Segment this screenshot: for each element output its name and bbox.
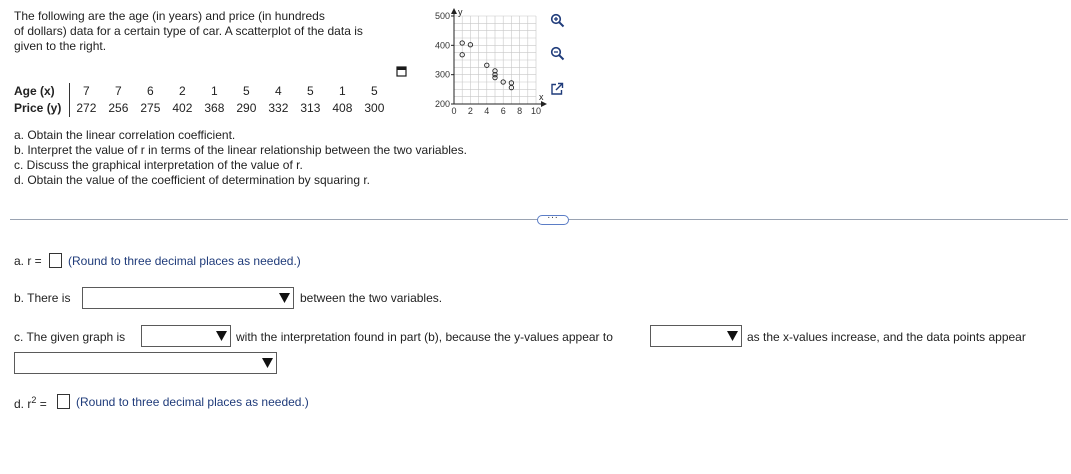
answer-b-dropdown[interactable]: [82, 287, 294, 309]
price-cell: 275: [140, 101, 161, 115]
x-tick-label: 4: [484, 106, 489, 116]
caret-down-icon: [279, 292, 290, 303]
x-tick-label: 6: [501, 106, 506, 116]
problem-intro: The following are the age (in years) and…: [14, 9, 404, 54]
y-tick-label: 500: [435, 11, 450, 21]
intro-line-1: The following are the age (in years) and…: [14, 9, 325, 23]
age-cell: 5: [307, 84, 314, 98]
question-a: a. Obtain the linear correlation coeffic…: [14, 128, 236, 142]
price-label: Price (y): [14, 100, 71, 117]
age-cell: 7: [83, 84, 90, 98]
age-cell: 7: [115, 84, 122, 98]
price-cell: 300: [364, 101, 385, 115]
answer-d-equals: =: [39, 397, 47, 411]
copy-icon[interactable]: [396, 66, 407, 77]
answer-d-input[interactable]: [57, 394, 70, 409]
age-cell: 6: [147, 84, 154, 98]
question-list: a. Obtain the linear correlation coeffic…: [14, 128, 467, 188]
answer-d-prefix-wrap: d. r2 =: [14, 395, 47, 411]
price-cell: 272: [76, 101, 97, 115]
price-cell: 313: [300, 101, 321, 115]
answer-c-dropdown-trend[interactable]: [650, 325, 742, 347]
caret-down-icon: [216, 330, 227, 341]
answer-d-superscript: 2: [31, 395, 37, 405]
answer-d-hint: (Round to three decimal places as needed…: [76, 395, 309, 409]
intro-line-2: of dollars) data for a certain type of c…: [14, 24, 363, 38]
data-table: Age (x) 7 7 6 2 1 5 4 5 1 5 Price (y) 27…: [14, 83, 390, 117]
answer-a-input[interactable]: [49, 253, 62, 268]
y-tick-label: 400: [435, 40, 450, 50]
more-button[interactable]: ...: [537, 210, 569, 225]
answer-a-hint: (Round to three decimal places as needed…: [68, 254, 301, 268]
price-cell: 256: [108, 101, 129, 115]
zoom-out-icon[interactable]: [550, 46, 565, 61]
age-label: Age (x): [14, 83, 71, 100]
price-cell: 290: [236, 101, 257, 115]
answer-c-suffix: as the x-values increase, and the data p…: [747, 330, 1026, 344]
age-row: Age (x) 7 7 6 2 1 5 4 5 1 5: [14, 83, 390, 100]
caret-down-icon: [262, 357, 273, 368]
x-tick-label: 0: [451, 106, 456, 116]
answer-c-prefix: c. The given graph is: [14, 330, 126, 344]
zoom-in-icon[interactable]: [550, 13, 565, 28]
answer-c-middle: with the interpretation found in part (b…: [236, 330, 613, 344]
question-d: d. Obtain the value of the coefficient o…: [14, 173, 370, 187]
question-b: b. Interpret the value of r in terms of …: [14, 143, 467, 157]
answer-d-prefix: d. r: [14, 397, 32, 411]
answer-b-prefix: b. There is: [14, 291, 71, 305]
price-cell: 368: [204, 101, 225, 115]
x-tick-label: 2: [468, 106, 473, 116]
price-cell: 402: [172, 101, 193, 115]
answer-a-prefix: a. r =: [14, 254, 42, 268]
age-cell: 5: [243, 84, 250, 98]
price-cell: 332: [268, 101, 289, 115]
age-cell: 5: [371, 84, 378, 98]
popout-icon[interactable]: [550, 82, 565, 97]
y-tick-label: 200: [435, 99, 450, 109]
answer-c-dropdown-pattern[interactable]: [14, 352, 277, 374]
x-tick-label: 8: [517, 106, 522, 116]
scatterplot: y x 500 400 300 2000 2 4 6 8 10: [435, 7, 547, 116]
answer-c-dropdown-graph[interactable]: [141, 325, 231, 347]
x-axis-label: x: [539, 92, 544, 102]
intro-line-3: given to the right.: [14, 39, 107, 53]
age-cell: 1: [211, 84, 218, 98]
price-cell: 408: [332, 101, 353, 115]
y-tick-label: 300: [435, 70, 450, 80]
y-axis-label: y: [458, 7, 463, 17]
x-tick-label: 10: [531, 106, 541, 116]
answer-b-suffix: between the two variables.: [300, 291, 443, 305]
age-cell: 1: [339, 84, 346, 98]
age-cell: 4: [275, 84, 282, 98]
more-button-label: ...: [547, 210, 559, 221]
question-c: c. Discuss the graphical interpretation …: [14, 158, 303, 172]
price-row: Price (y) 272 256 275 402 368 290 332 31…: [14, 100, 390, 117]
y-axis-arrow: [451, 8, 457, 14]
caret-down-icon: [727, 330, 738, 341]
age-cell: 2: [179, 84, 186, 98]
